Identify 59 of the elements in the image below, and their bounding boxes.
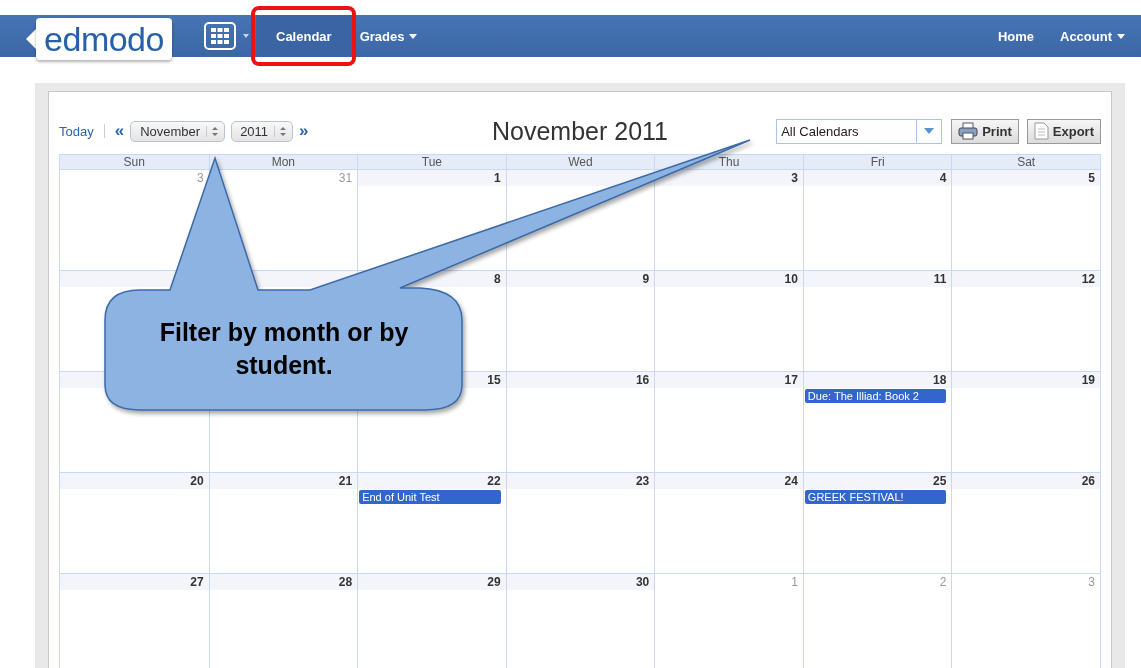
year-select[interactable]: 2011: [231, 120, 294, 142]
weekday-header: Sat: [951, 155, 1100, 169]
day-number: 3: [1088, 575, 1095, 589]
spinner-icon: [274, 125, 288, 137]
weekday-header: Tue: [357, 155, 506, 169]
day-number: 8: [494, 272, 501, 286]
calendar-event[interactable]: End of Unit Test: [359, 490, 501, 504]
day-number: 2: [939, 575, 947, 589]
weekday-header: Wed: [505, 155, 655, 169]
day-number: 19: [1081, 373, 1095, 387]
callout-text: Filter by month or by student.: [158, 317, 410, 381]
weekday-header: Fri: [802, 155, 952, 169]
export-button[interactable]: Export: [1026, 118, 1101, 144]
month-select[interactable]: November: [130, 120, 226, 142]
day-number: 4: [939, 171, 947, 185]
day-number: 30: [635, 575, 650, 589]
day-number: 20: [190, 474, 204, 488]
day-number: 21: [338, 474, 353, 488]
print-button[interactable]: Print: [951, 118, 1019, 144]
day-number: 24: [784, 474, 798, 488]
day-number: 17: [784, 373, 798, 387]
day-number: 15: [487, 373, 501, 387]
document-icon: [1033, 122, 1049, 140]
day-number: 3: [196, 171, 204, 185]
day-number: 16: [635, 373, 650, 387]
day-number: 18: [933, 373, 947, 387]
nav-tab[interactable]: Calendar: [256, 15, 352, 57]
day-number: 27: [190, 575, 204, 589]
today-link[interactable]: Today: [59, 123, 94, 139]
day-number: 12: [1081, 272, 1095, 286]
day-number: 1: [494, 171, 501, 185]
day-number: 23: [635, 474, 650, 488]
day-number: 10: [784, 272, 798, 286]
month-title: November 2011: [492, 116, 668, 146]
day-number: 3: [791, 171, 798, 185]
day-number: 11: [933, 272, 947, 286]
printer-icon: [958, 122, 979, 140]
day-number: 28: [338, 575, 353, 589]
day-number: 25: [933, 474, 947, 488]
caret-icon: [924, 128, 935, 134]
spinner-icon: [206, 125, 220, 137]
day-number: 22: [487, 474, 501, 488]
day-number: 26: [1081, 474, 1095, 488]
next-link[interactable]: »: [299, 121, 309, 141]
day-number: 5: [1088, 171, 1095, 185]
caret-icon[interactable]: [243, 34, 249, 38]
day-number: 9: [642, 272, 650, 286]
apps-grid-icon[interactable]: [204, 22, 236, 50]
nav-link[interactable]: Account: [1050, 15, 1135, 57]
day-number: 31: [338, 171, 353, 185]
previous-link[interactable]: «: [114, 121, 125, 141]
calendar-event[interactable]: GREEK FESTIVAL!: [804, 490, 947, 504]
day-number: 1: [791, 575, 798, 589]
weekday-header: Sun: [122, 155, 146, 169]
nav-tab[interactable]: Grades: [351, 15, 426, 57]
calendar-event[interactable]: Due: The Illiad: Book 2: [804, 389, 947, 403]
calendar-select[interactable]: All Calendars: [776, 118, 943, 144]
day-number: 29: [487, 575, 501, 589]
nav-link[interactable]: Home: [987, 15, 1044, 57]
